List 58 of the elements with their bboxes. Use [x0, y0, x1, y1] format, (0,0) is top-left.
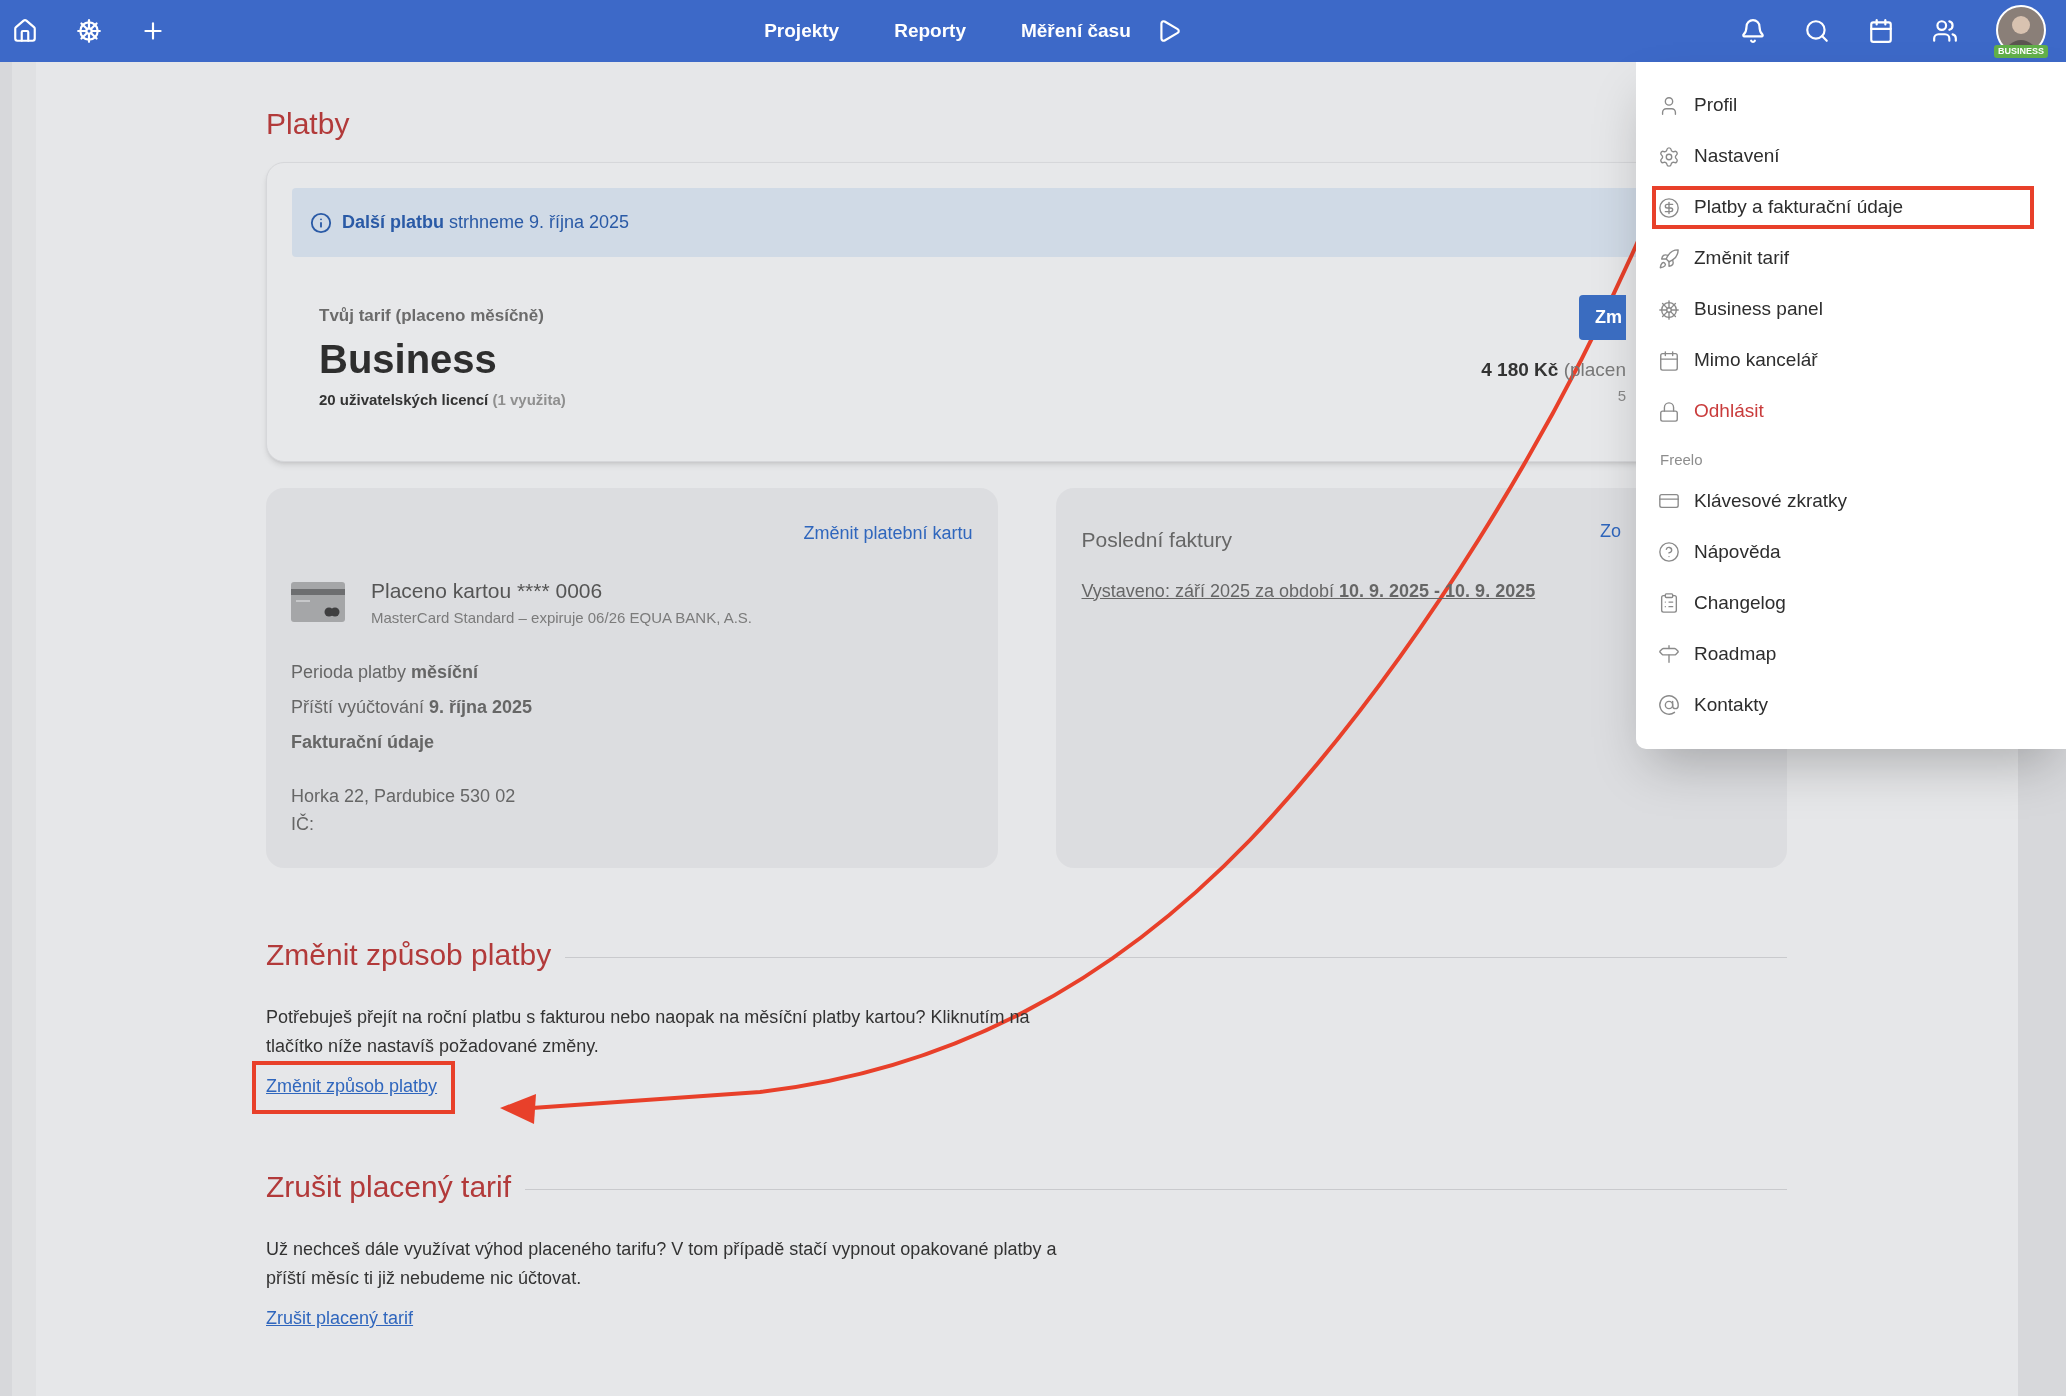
- card-detail: MasterCard Standard – expiruje 06/26 EQUA BANK, A.S.: [371, 607, 753, 628]
- all-invoices-link[interactable]: Zo: [1600, 518, 1621, 556]
- calendar-icon[interactable]: [1868, 18, 1894, 44]
- billing-heading: Fakturační údaje: [291, 731, 436, 754]
- menu-item[interactable]: Profil: [1658, 80, 2034, 131]
- dollar-icon: [1658, 196, 1680, 219]
- home-icon[interactable]: [12, 18, 38, 44]
- page-title: Platby: [266, 106, 350, 142]
- section-text: Už nechceš dále využívat výhod placeného tarifu? V tom případě stačí vypnout opakované platby a příští měsíc ti již nebudeme nic účtovat.: [266, 1238, 1058, 1290]
- nav-link[interactable]: Reporty: [894, 16, 966, 46]
- menu-item[interactable]: Změnit tarif: [1658, 233, 2034, 284]
- tariff-name: Business: [319, 335, 498, 383]
- menu-section-label: Freelo: [1659, 450, 1704, 470]
- menu-item[interactable]: Odhlásit: [1658, 386, 2034, 437]
- menu-item[interactable]: Mimo kancelář: [1658, 335, 2034, 386]
- nav-link[interactable]: Projekty: [764, 16, 840, 46]
- tariff-label: Tvůj tarif (placeno měsíčně): [319, 305, 545, 327]
- help-icon: [1658, 541, 1680, 563]
- notification-icon[interactable]: [1740, 18, 1766, 44]
- billing-info: Příští vyúčtování 9. října 2025: [291, 696, 534, 719]
- menu-item[interactable]: Kontakty: [1658, 679, 2034, 731]
- billing-address: Horka 22, Pardubice 530 02: [291, 785, 517, 808]
- banner-text: Další platbu strhneme 9. října 2025: [342, 211, 630, 234]
- wheel-icon: [1658, 298, 1680, 321]
- menu-item[interactable]: Klávesové zkratky: [1658, 475, 2034, 527]
- plan-badge: BUSINESS: [1994, 45, 2048, 58]
- search-icon[interactable]: [1804, 18, 1830, 44]
- section-heading: Změnit způsob platby: [266, 937, 552, 973]
- menu-item[interactable]: Business panel: [1658, 284, 2034, 335]
- rocket-icon: [1658, 247, 1680, 270]
- menu-item[interactable]: Nápověda: [1658, 526, 2034, 578]
- invoice-link[interactable]: Vystaveno: září 2025 za období 10. 9. 2025 - 10. 9. 2025: [1081, 577, 1536, 605]
- section-link[interactable]: Změnit způsob platby: [266, 1076, 438, 1096]
- calendar-icon: [1658, 349, 1680, 372]
- menu-item[interactable]: Platby a fakturační údaje: [1658, 182, 2034, 233]
- wheel-icon[interactable]: [76, 18, 102, 44]
- info-icon: [310, 211, 332, 234]
- card-title: Placeno kartou **** 0006: [371, 578, 604, 604]
- ic-label: IČ:: [291, 812, 315, 836]
- menu-item[interactable]: Nastavení: [1658, 131, 2034, 182]
- credit-card-icon: [291, 582, 345, 622]
- at-icon: [1658, 694, 1680, 716]
- settings-icon: [1658, 145, 1680, 168]
- invoices-title: Poslední faktury: [1081, 527, 1233, 553]
- change-button[interactable]: Zm: [1579, 295, 1626, 340]
- price-subtext: 5: [1617, 385, 1626, 406]
- lock-icon: [1658, 400, 1680, 423]
- signpost-icon: [1658, 643, 1680, 665]
- billing-info: Perioda platby měsíční: [291, 661, 480, 684]
- section-heading: Zrušit placený tarif: [266, 1169, 512, 1205]
- menu-item[interactable]: Roadmap: [1658, 628, 2034, 680]
- nav-link[interactable]: Měření času: [1020, 16, 1131, 46]
- section-link[interactable]: Zrušit placený tarif: [266, 1308, 414, 1328]
- clipboard-icon: [1658, 592, 1680, 614]
- license-text: 20 uživatelských licencí (1 využita): [319, 389, 566, 410]
- users-icon[interactable]: [1932, 18, 1958, 44]
- menu-item[interactable]: Changelog: [1658, 577, 2034, 629]
- change-card-link[interactable]: Změnit platební kartu: [803, 520, 973, 547]
